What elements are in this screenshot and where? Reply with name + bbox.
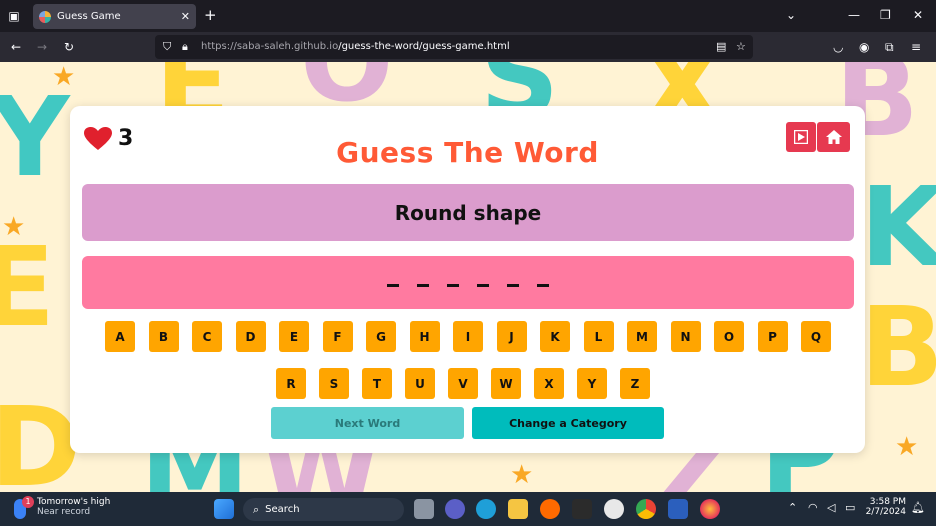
key-i[interactable]: I xyxy=(453,321,483,352)
key-q[interactable]: Q xyxy=(801,321,831,352)
menu-icon[interactable]: ≡ xyxy=(911,40,921,54)
battery-icon[interactable]: ▭ xyxy=(845,501,855,514)
letter-blank xyxy=(537,284,549,287)
account-icon[interactable]: ◉ xyxy=(859,40,869,54)
search-label: Search xyxy=(265,504,300,515)
file-explorer-icon[interactable] xyxy=(508,499,528,519)
chrome-icon[interactable] xyxy=(636,499,656,519)
key-t[interactable]: T xyxy=(362,368,392,399)
browser-nav-bar: ← → ↻ ⛉ 🔒︎ https://saba-saleh.github.io/… xyxy=(0,32,936,62)
key-g[interactable]: G xyxy=(366,321,396,352)
weather-badge: 1 xyxy=(22,496,34,508)
key-o[interactable]: O xyxy=(714,321,744,352)
reader-view-icon[interactable]: ▤ xyxy=(716,40,726,53)
media-icon[interactable] xyxy=(604,499,624,519)
url-bar[interactable]: ⛉ 🔒︎ https://saba-saleh.github.io/guess-… xyxy=(155,35,753,59)
key-e[interactable]: E xyxy=(279,321,309,352)
task-view-icon[interactable] xyxy=(414,499,434,519)
hint-text: Round shape xyxy=(394,200,542,225)
key-a[interactable]: A xyxy=(105,321,135,352)
home-button[interactable] xyxy=(817,122,850,152)
clock-time: 3:58 PM xyxy=(869,497,906,507)
close-window-icon[interactable]: ✕ xyxy=(913,8,923,22)
key-r[interactable]: R xyxy=(276,368,306,399)
tab-list-icon[interactable]: ▣ xyxy=(0,0,28,32)
letter-blank xyxy=(507,284,519,287)
key-d[interactable]: D xyxy=(235,321,266,352)
page-title: Guess The Word xyxy=(336,136,599,169)
pocket-icon[interactable]: ◡ xyxy=(833,40,843,54)
close-tab-icon[interactable]: ✕ xyxy=(181,10,190,23)
key-h[interactable]: H xyxy=(409,321,440,352)
taskbar-search[interactable]: ⌕ Search xyxy=(243,498,404,521)
hint-box: Round shape xyxy=(82,184,854,241)
minimize-icon[interactable]: — xyxy=(848,8,860,22)
key-m[interactable]: M xyxy=(627,321,657,352)
key-v[interactable]: V xyxy=(448,368,478,399)
windows-start-icon[interactable] xyxy=(214,499,234,519)
letter-blank xyxy=(417,284,429,287)
forward-icon[interactable]: → xyxy=(37,40,47,54)
key-w[interactable]: W xyxy=(491,368,521,399)
word-blanks xyxy=(82,256,854,309)
browser-tab[interactable]: Guess Game ✕ xyxy=(33,4,196,29)
key-f[interactable]: F xyxy=(322,321,353,352)
key-p[interactable]: P xyxy=(757,321,788,352)
search-icon: ⌕ xyxy=(253,502,260,516)
edge-icon[interactable] xyxy=(476,499,496,519)
letter-blank xyxy=(477,284,489,287)
key-y[interactable]: Y xyxy=(577,368,607,399)
play-icon xyxy=(794,130,808,144)
url-text: https://saba-saleh.github.io/guess-the-w… xyxy=(201,41,510,52)
tab-overflow-chevron-icon[interactable]: ⌄ xyxy=(786,8,796,22)
key-u[interactable]: U xyxy=(405,368,435,399)
firefox-icon[interactable] xyxy=(700,499,720,519)
key-b[interactable]: B xyxy=(148,321,179,352)
browser-tab-bar: ▣ Guess Game ✕ + ⌄ — ❐ ✕ xyxy=(0,0,936,32)
next-word-button[interactable]: Next Word xyxy=(271,407,464,439)
key-k[interactable]: K xyxy=(540,321,570,352)
game-card: 3 Guess The Word Round shape ABCDEFGHIJK… xyxy=(70,106,865,453)
home-icon xyxy=(825,130,842,144)
clock[interactable]: 3:58 PM 2/7/2024 xyxy=(862,497,906,517)
wifi-icon[interactable]: ◠ xyxy=(808,501,818,514)
clock-date: 2/7/2024 xyxy=(865,507,906,517)
back-icon[interactable]: ← xyxy=(11,40,21,54)
maximize-icon[interactable]: ❐ xyxy=(880,8,891,22)
letter-blank xyxy=(387,284,399,287)
reload-icon[interactable]: ↻ xyxy=(64,40,74,54)
page-background: Y E O S X B E K B D M W Z P ★ ★ ★ ★ 3 Gu… xyxy=(0,62,936,492)
tray-chevron-icon[interactable]: ⌃ xyxy=(788,501,797,514)
weather-title: Tomorrow's high xyxy=(37,497,111,507)
app-icon[interactable] xyxy=(572,499,592,519)
key-x[interactable]: X xyxy=(534,368,564,399)
tab-title: Guess Game xyxy=(57,11,121,22)
new-tab-icon[interactable]: + xyxy=(204,6,217,24)
word-icon[interactable] xyxy=(668,499,688,519)
lock-icon[interactable]: 🔒︎ xyxy=(182,40,188,54)
bookmark-star-icon[interactable]: ☆ xyxy=(736,40,746,53)
play-button[interactable] xyxy=(786,122,816,152)
key-l[interactable]: L xyxy=(583,321,614,352)
shield-icon[interactable]: ⛉ xyxy=(163,40,171,54)
weather-subtitle: Near record xyxy=(37,507,91,517)
key-c[interactable]: C xyxy=(192,321,222,352)
change-category-button[interactable]: Change a Category xyxy=(472,407,664,439)
key-j[interactable]: J xyxy=(496,321,527,352)
favicon-icon xyxy=(39,10,51,23)
key-n[interactable]: N xyxy=(670,321,701,352)
teams-chat-icon[interactable] xyxy=(445,499,465,519)
volume-icon[interactable]: ◁ xyxy=(827,501,835,514)
windows-taskbar: 1 Tomorrow's high Near record ⌕ Search ⌃… xyxy=(0,492,936,526)
key-z[interactable]: Z xyxy=(620,368,650,399)
extensions-icon[interactable]: ⧉ xyxy=(885,40,894,55)
soundcloud-icon[interactable] xyxy=(540,499,560,519)
letter-blank xyxy=(447,284,459,287)
key-s[interactable]: S xyxy=(319,368,349,399)
notification-bell-icon[interactable]: 🔔︎ xyxy=(911,501,925,514)
